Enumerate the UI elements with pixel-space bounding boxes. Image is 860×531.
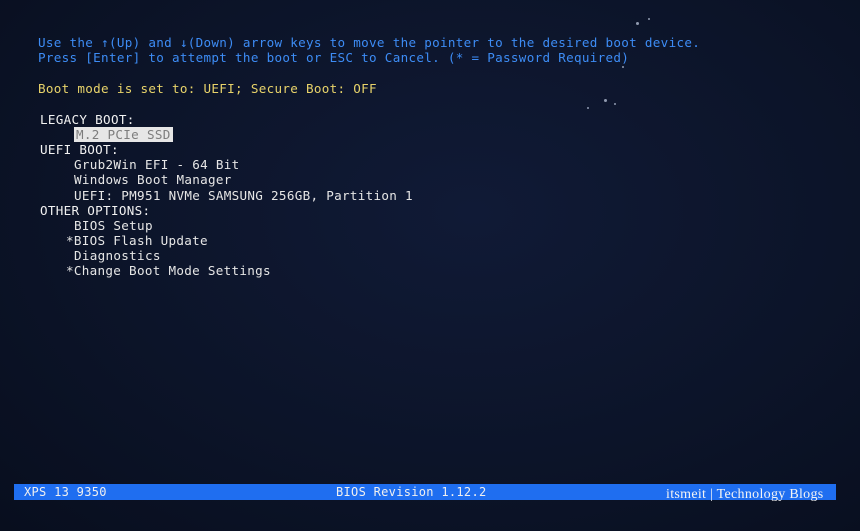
option-bios-flash-update[interactable]: *BIOS Flash Update [66, 233, 208, 248]
boot-option-uefi-pm951-nvme[interactable]: UEFI: PM951 NVMe SAMSUNG 256GB, Partitio… [74, 188, 413, 203]
dust-speck [587, 107, 589, 109]
dust-speck [614, 103, 616, 105]
bios-revision: BIOS Revision 1.12.2 [336, 485, 487, 499]
dust-speck [636, 22, 639, 25]
boot-option-windows-boot-manager[interactable]: Windows Boot Manager [74, 172, 232, 187]
legacy-boot-header: LEGACY BOOT: [40, 112, 135, 127]
boot-option-m2-pcie-ssd[interactable]: M.2 PCIe SSD [74, 127, 173, 142]
instruction-line-2: Press [Enter] to attempt the boot or ESC… [38, 50, 630, 65]
uefi-boot-header: UEFI BOOT: [40, 142, 119, 157]
dust-speck [622, 66, 624, 68]
selected-boot-option-label: M.2 PCIe SSD [74, 127, 173, 142]
watermark-text: itsmeit | Technology Blogs [666, 487, 824, 502]
bios-boot-menu-screen: Use the ↑(Up) and ↓(Down) arrow keys to … [0, 0, 860, 531]
system-model: XPS 13 9350 [24, 485, 107, 499]
option-change-boot-mode-settings[interactable]: *Change Boot Mode Settings [66, 263, 271, 278]
dust-speck [648, 18, 650, 20]
boot-option-grub2win[interactable]: Grub2Win EFI - 64 Bit [74, 157, 240, 172]
option-bios-setup[interactable]: BIOS Setup [74, 218, 153, 233]
option-diagnostics[interactable]: Diagnostics [74, 248, 161, 263]
dust-speck [604, 99, 607, 102]
instruction-line-1: Use the ↑(Up) and ↓(Down) arrow keys to … [38, 35, 701, 50]
other-options-header: OTHER OPTIONS: [40, 203, 151, 218]
boot-mode-status: Boot mode is set to: UEFI; Secure Boot: … [38, 81, 377, 96]
